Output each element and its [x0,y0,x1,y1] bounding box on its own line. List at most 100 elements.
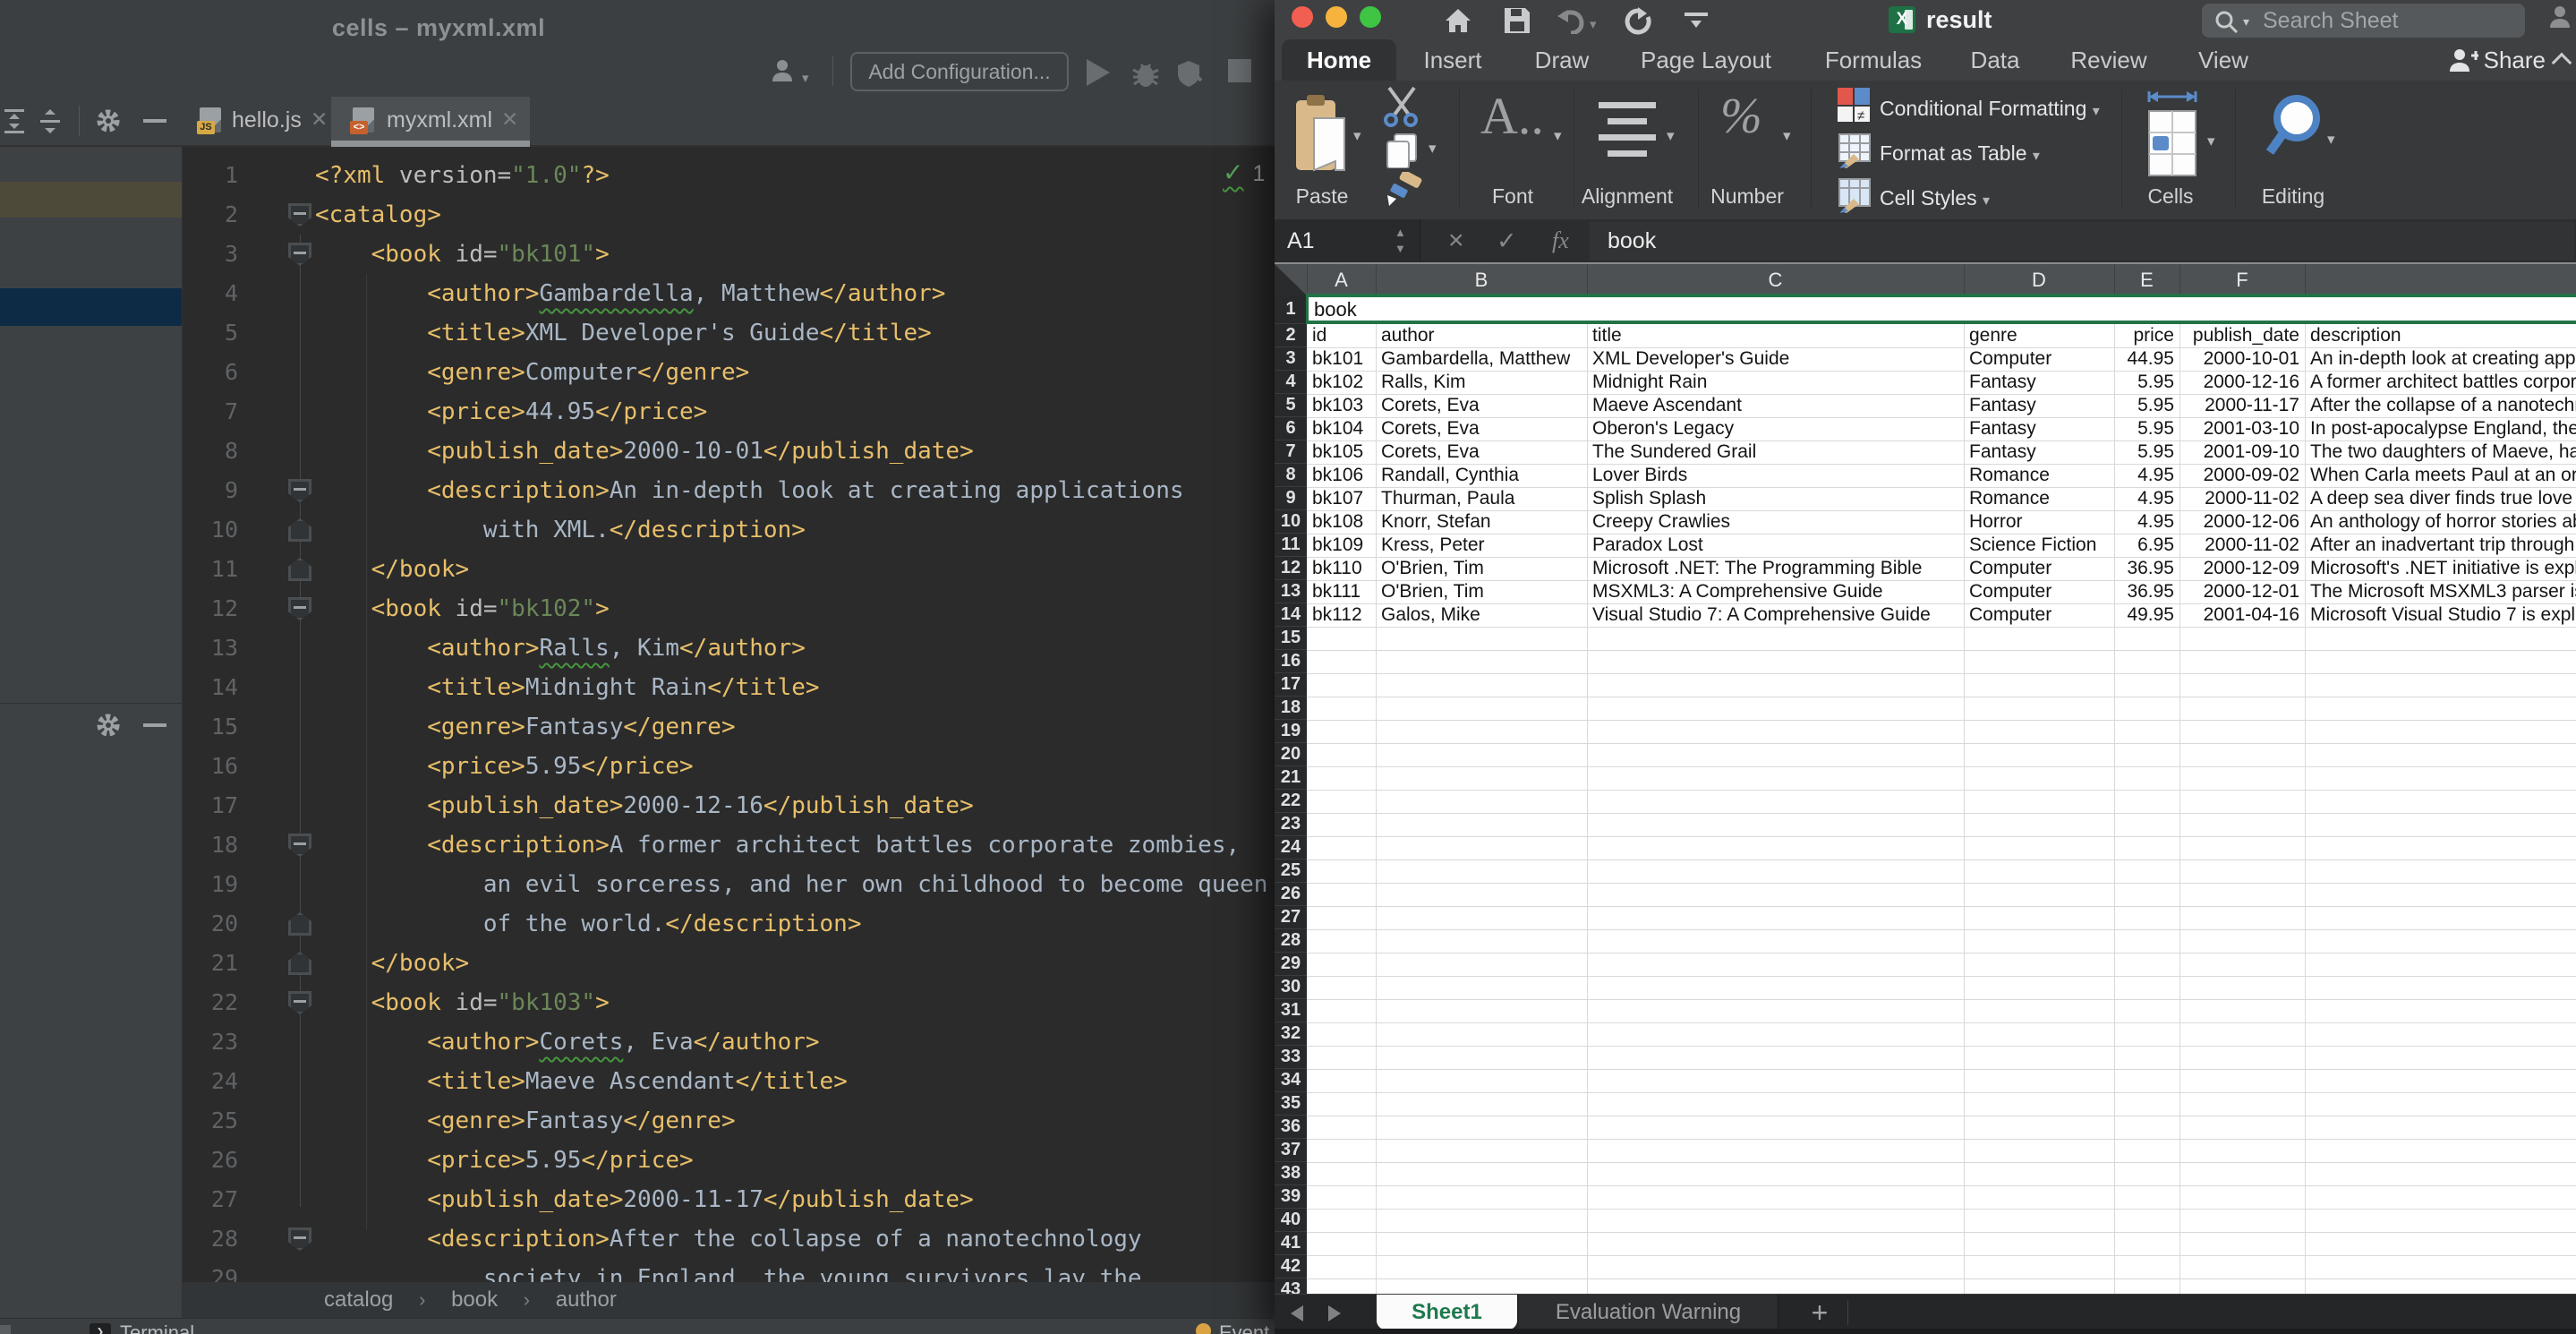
name-box-down-stepper[interactable]: ▼ [1395,243,1406,254]
row-header-8[interactable]: 8 [1275,464,1307,487]
grid-cell[interactable]: Romance [1964,464,2114,487]
grid-cell[interactable]: The Microsoft MSXML3 parser is covered i… [2305,580,2576,603]
ribbon-tab-formulas[interactable]: Formulas [1825,39,1922,81]
fold-collapse-icon[interactable] [288,479,311,502]
grid-cell[interactable]: 2000-10-01 [2179,347,2305,371]
grid-row[interactable] [1307,1209,2576,1233]
cells-icon[interactable] [2145,88,2199,181]
paste-dropdown-caret[interactable]: ▾ [1353,127,1361,145]
number-group-label[interactable]: Number [1693,184,1801,209]
grid-cell[interactable]: bk110 [1307,557,1376,580]
code-line[interactable]: 7 <price>44.95</price> [183,392,1275,432]
column-header-B[interactable]: B [1376,264,1588,295]
row-header-25[interactable]: 25 [1275,859,1307,883]
user-profile-icon[interactable] [772,59,795,84]
row-header-16[interactable]: 16 [1275,650,1307,673]
row-header-39[interactable]: 39 [1275,1185,1307,1209]
name-box-up-stepper[interactable]: ▲ [1395,227,1406,238]
conditional-formatting-button[interactable]: Conditional Formatting ▾ [1880,97,2100,121]
code-line[interactable]: 23 <author>Corets, Eva</author> [183,1022,1275,1062]
grid-cell[interactable]: A former architect battles corporate zom… [2305,371,2576,394]
column-header-F[interactable]: F [2179,264,2306,295]
confirm-entry-icon[interactable]: ✓ [1497,219,1517,262]
fold-end-icon[interactable] [288,912,311,936]
grid-cell[interactable]: author [1376,324,1587,347]
row-header-13[interactable]: 13 [1275,580,1307,603]
cancel-entry-icon[interactable]: × [1448,219,1464,262]
grid-cell[interactable]: XML Developer's Guide [1587,347,1964,371]
grid-cell[interactable]: A deep sea diver finds true love twenty … [2305,487,2576,510]
code-line[interactable]: 5 <title>XML Developer's Guide</title> [183,313,1275,353]
grid-cell[interactable]: Gambardella, Matthew [1376,347,1587,371]
column-header-g[interactable] [2305,264,2576,295]
grid-cell[interactable]: bk109 [1307,534,1376,557]
format-as-table-button[interactable]: Format as Table ▾ [1880,141,2040,166]
ribbon-tab-home[interactable]: Home [1282,39,1396,81]
code-line[interactable]: 24 <title>Maeve Ascendant</title> [183,1062,1275,1101]
grid-row[interactable] [1307,1022,2576,1047]
grid-row[interactable] [1307,743,2576,767]
minimize-window-button[interactable] [1326,6,1347,28]
sheet-tab-sheet1[interactable]: Sheet1 [1377,1295,1517,1330]
paste-icon[interactable] [1294,95,1348,177]
close-window-button[interactable] [1292,6,1313,28]
expand-all-icon[interactable] [4,109,27,134]
column-header-D[interactable]: D [1964,264,2115,295]
row-header-2[interactable]: 2 [1275,324,1307,347]
breadcrumb-author[interactable]: author [556,1287,617,1312]
grid-row[interactable] [1307,999,2576,1023]
grid-cell[interactable]: Splish Splash [1587,487,1964,510]
grid-cell[interactable]: Ralls, Kim [1376,371,1587,394]
cut-scissors-icon[interactable] [1382,86,1421,127]
grid-cell[interactable]: After an inadvertant trip through a Heis… [2305,534,2576,557]
grid-cell[interactable]: 49.95 [2114,603,2179,627]
grid-row[interactable] [1307,906,2576,930]
font-settings-icon[interactable]: A.. [1480,86,1544,146]
grid-cell[interactable]: 36.95 [2114,557,2179,580]
column-header-C[interactable]: C [1587,264,1965,295]
grid-row[interactable] [1307,627,2576,651]
row-header-3[interactable]: 3 [1275,347,1307,371]
grid-row[interactable] [1307,1116,2576,1140]
grid-cell[interactable]: O'Brien, Tim [1376,580,1587,603]
row-header-20[interactable]: 20 [1275,743,1307,766]
row-header-24[interactable]: 24 [1275,836,1307,859]
grid-cell[interactable]: When Carla meets Paul at an ornithology … [2305,464,2576,487]
grid-cell[interactable]: 2000-09-02 [2179,464,2305,487]
breadcrumb-catalog[interactable]: catalog [324,1287,393,1312]
row-header-18[interactable]: 18 [1275,697,1307,720]
copy-dropdown-caret[interactable]: ▾ [1429,140,1437,158]
fold-collapse-icon[interactable] [288,597,311,620]
column-header-E[interactable]: E [2114,264,2180,295]
row-header-28[interactable]: 28 [1275,929,1307,953]
hide-panel-icon[interactable] [143,723,166,727]
row-header-14[interactable]: 14 [1275,603,1307,627]
grid-cell[interactable]: Knorr, Stefan [1376,510,1587,534]
fold-end-icon[interactable] [288,952,311,975]
row-header-32[interactable]: 32 [1275,1022,1307,1046]
previous-sheet-arrow[interactable] [1291,1305,1303,1321]
grid-row[interactable] [1307,766,2576,791]
grid-row[interactable] [1307,790,2576,814]
code-line[interactable]: 22 <book id="bk103"> [183,983,1275,1022]
cell-styles-icon[interactable] [1838,177,1872,213]
code-line[interactable]: 2<catalog> [183,195,1275,235]
panel-settings-gear-icon[interactable] [95,107,122,134]
grid-cell[interactable]: 5.95 [2114,371,2179,394]
row-header-6[interactable]: 6 [1275,417,1307,440]
fold-end-icon[interactable] [288,518,311,542]
code-line[interactable]: 8 <publish_date>2000-10-01</publish_date… [183,432,1275,471]
insert-function-icon[interactable]: fx [1552,219,1569,262]
zoom-window-button[interactable] [1360,6,1381,28]
row-header-40[interactable]: 40 [1275,1209,1307,1232]
row-header-17[interactable]: 17 [1275,673,1307,697]
grid-row[interactable] [1307,976,2576,1000]
grid-row[interactable] [1307,883,2576,907]
redo-repeat-icon[interactable] [1624,7,1652,36]
grid-cell[interactable]: An in-depth look at creating application… [2305,347,2576,371]
row-header-37[interactable]: 37 [1275,1139,1307,1162]
row-header-23[interactable]: 23 [1275,813,1307,836]
row-header-7[interactable]: 7 [1275,440,1307,464]
grid-cell[interactable]: MSXML3: A Comprehensive Guide [1587,580,1964,603]
editor-tab-hello-js[interactable]: JS hello.js ✕ [175,97,331,145]
